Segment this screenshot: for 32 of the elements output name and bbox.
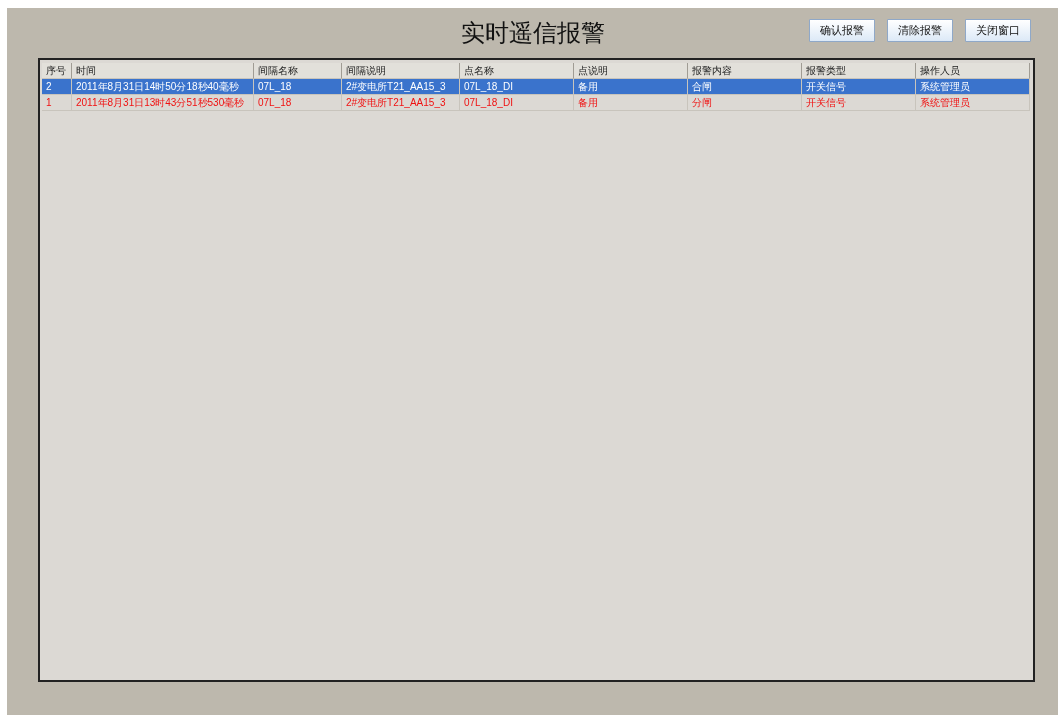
column-header[interactable]: 间隔说明 xyxy=(342,63,460,79)
table-cell: 备用 xyxy=(574,95,688,111)
table-cell: 07L_18_DI xyxy=(460,79,574,95)
toolbar-button[interactable]: 关闭窗口 xyxy=(965,18,1031,42)
toolbar-button[interactable]: 清除报警 xyxy=(887,18,953,42)
window-title: 实时遥信报警 xyxy=(460,18,605,49)
table-cell: 07L_18 xyxy=(254,95,342,111)
column-header[interactable]: 点说明 xyxy=(574,63,688,79)
table-cell: 2011年8月31日14时50分18秒40毫秒 xyxy=(72,79,254,95)
table-row[interactable]: 2 2011年8月31日14时50分18秒40毫秒 07L_18 2#变电所T21_AA15_3 07L_18_DI 备用 合闸 开关信号 系统管理员 xyxy=(42,79,1030,95)
table-cell: 07L_18 xyxy=(254,79,342,95)
table-cell: 2#变电所T21_AA15_3 xyxy=(342,95,460,111)
table-cell: 2 xyxy=(42,79,72,95)
toolbar-button[interactable]: 确认报警 xyxy=(809,18,875,42)
column-header[interactable]: 报警类型 xyxy=(802,63,916,79)
table-cell: 分闸 xyxy=(688,95,802,111)
table-cell: 合闸 xyxy=(688,79,802,95)
table-cell: 1 xyxy=(42,95,72,111)
table-cell: 系统管理员 xyxy=(916,79,1030,95)
table-cell: 2#变电所T21_AA15_3 xyxy=(342,79,460,95)
column-header[interactable]: 操作人员 xyxy=(916,63,1030,79)
table-cell: 备用 xyxy=(574,79,688,95)
table-cell: 开关信号 xyxy=(802,79,916,95)
column-header[interactable]: 点名称 xyxy=(460,63,574,79)
table-cell: 07L_18_DI xyxy=(460,95,574,111)
table-cell: 2011年8月31日13时43分51秒530毫秒 xyxy=(72,95,254,111)
column-header[interactable]: 间隔名称 xyxy=(254,63,342,79)
table-cell: 系统管理员 xyxy=(916,95,1030,111)
column-header[interactable]: 序号 xyxy=(42,63,72,79)
column-header[interactable]: 时间 xyxy=(72,63,254,79)
table-cell: 开关信号 xyxy=(802,95,916,111)
column-header[interactable]: 报警内容 xyxy=(688,63,802,79)
